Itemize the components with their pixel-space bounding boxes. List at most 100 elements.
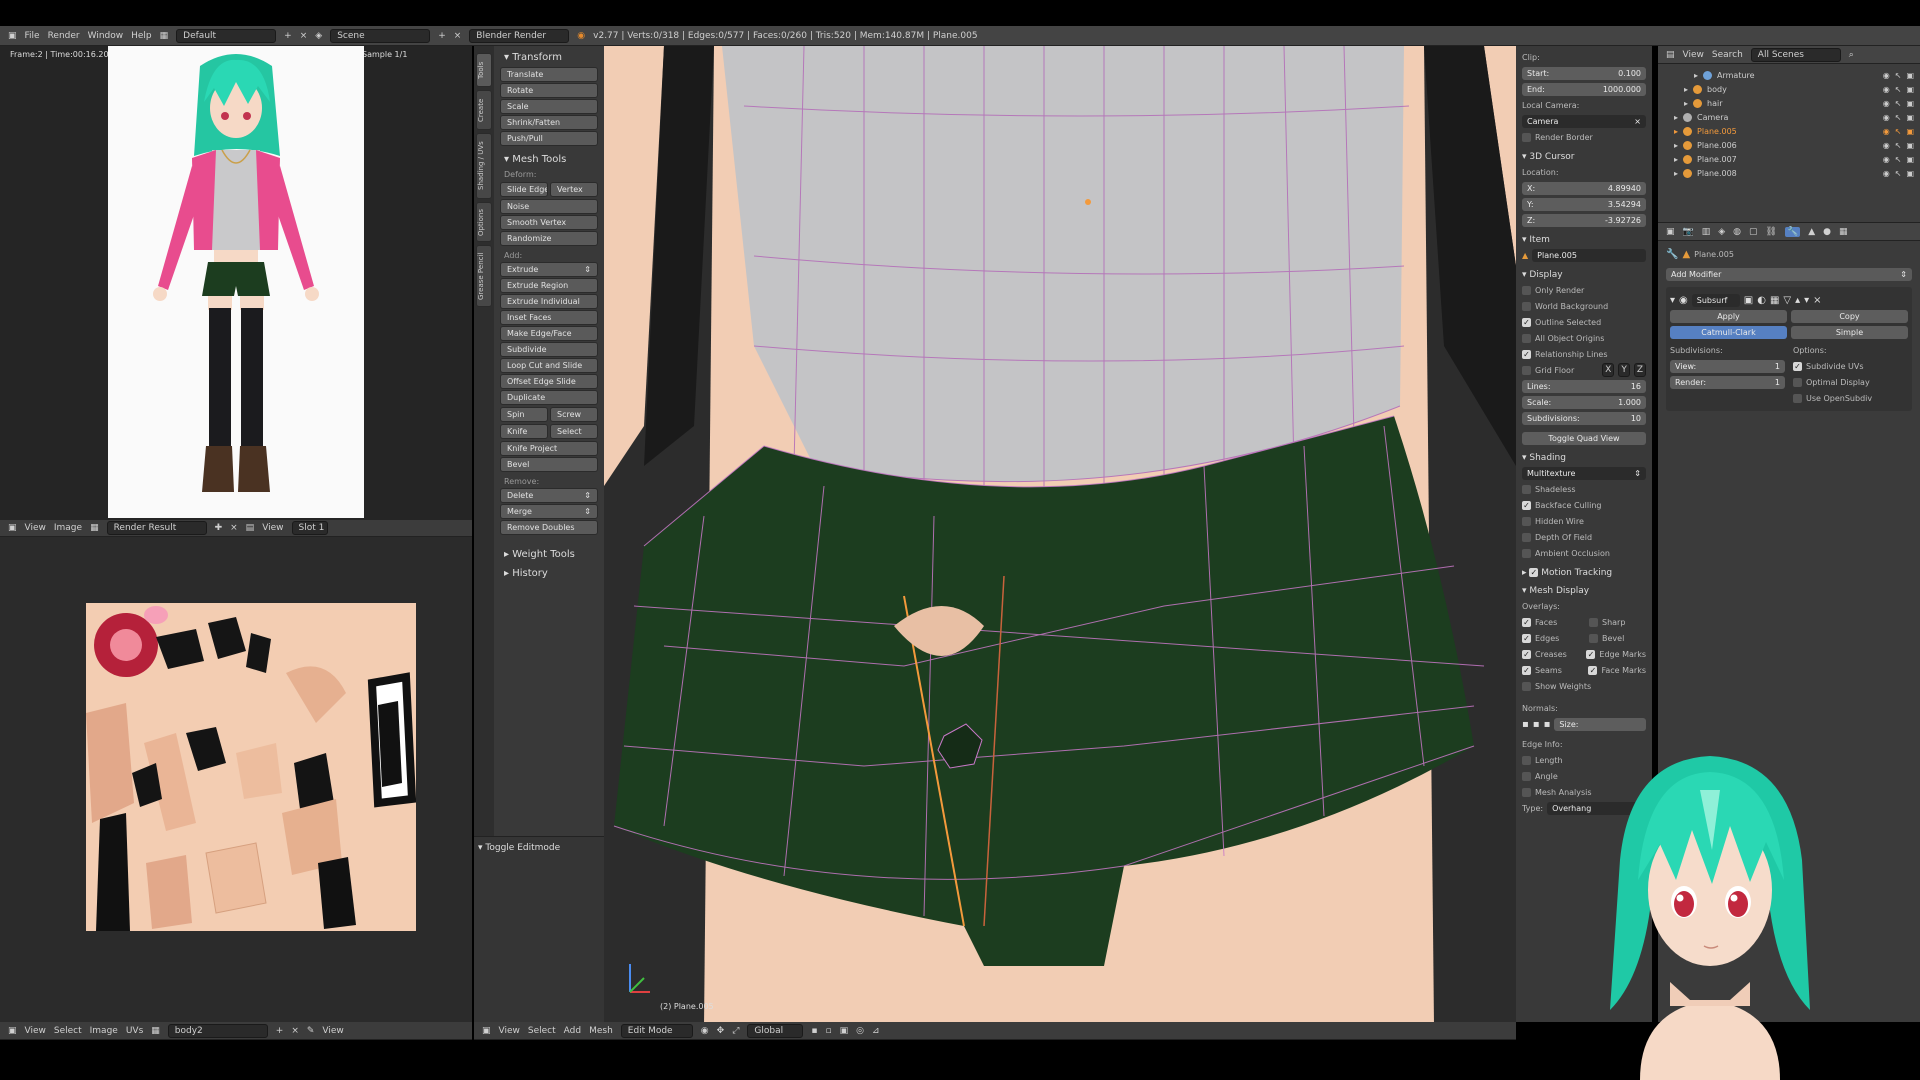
image-editor-icon[interactable]: ▣ — [8, 523, 17, 533]
normal-size-field[interactable]: Size: — [1554, 717, 1646, 731]
grid-floor-row[interactable]: Grid Floor X Y Z — [1522, 363, 1646, 377]
manipulator-icon[interactable]: ⤢ — [732, 1026, 739, 1036]
subdivide-button[interactable]: Subdivide — [500, 342, 598, 357]
visibility-eye-icon[interactable]: ◉ — [1883, 127, 1890, 136]
render-menu-view2[interactable]: View — [262, 523, 283, 533]
outliner-row[interactable]: ▸ Camera ◉ ↖ ▣ — [1664, 110, 1914, 124]
collapse-modifier-icon[interactable]: ▾ — [1670, 295, 1675, 306]
grid-scale-field[interactable]: Scale: 1.000 — [1522, 395, 1646, 409]
faces-checkbox[interactable]: ✓ — [1522, 617, 1531, 627]
modifier-name-field[interactable]: Subsurf — [1691, 293, 1740, 307]
grid-z-toggle[interactable]: Z — [1633, 363, 1646, 377]
visibility-eye-icon[interactable]: ◉ — [1883, 141, 1890, 150]
visibility-eye-icon[interactable]: ◉ — [1883, 99, 1890, 108]
shading-mode-selector[interactable]: Multitexture ⇕ — [1522, 466, 1646, 480]
expand-icon[interactable]: ▸ — [1674, 141, 1678, 150]
uv-editor-type-icon[interactable]: ▣ — [8, 1026, 17, 1036]
clip-end-field[interactable]: End: 1000.000 — [1522, 82, 1646, 96]
extrude-region-button[interactable]: Extrude Region — [500, 278, 598, 293]
renderability-camera-icon[interactable]: ▣ — [1906, 71, 1914, 80]
expand-icon[interactable]: ▸ — [1674, 155, 1678, 164]
merge-button[interactable]: Merge ⇕ — [500, 504, 598, 519]
rotate-button[interactable]: Rotate — [500, 83, 598, 98]
scene-selector[interactable]: Scene — [330, 28, 431, 43]
render-result-name[interactable]: Render Result — [106, 521, 207, 535]
visibility-eye-icon[interactable]: ◉ — [1883, 169, 1890, 178]
uv-menu-uvs[interactable]: UVs — [126, 1026, 143, 1036]
use-opensubdiv-row[interactable]: Use OpenSubdiv — [1793, 391, 1908, 405]
visibility-eye-icon[interactable]: ◉ — [1883, 85, 1890, 94]
show-weights-checkbox[interactable] — [1522, 681, 1531, 691]
edge-angle-checkbox[interactable] — [1522, 771, 1531, 781]
hidden-wire-checkbox[interactable] — [1522, 516, 1531, 526]
toggle-quad-view-button[interactable]: Toggle Quad View — [1522, 431, 1646, 445]
vertex-select-icon[interactable]: ▪ — [811, 1026, 817, 1036]
renderability-camera-icon[interactable]: ▣ — [1906, 127, 1914, 136]
outliner-editor-type-icon[interactable]: ▤ — [1666, 50, 1675, 60]
render-menu-view[interactable]: View — [25, 523, 46, 533]
grid-x-toggle[interactable]: X — [1602, 363, 1615, 377]
outliner-row[interactable]: ▸ Plane.007 ◉ ↖ ▣ — [1664, 152, 1914, 166]
slot-selector[interactable]: Slot 1 — [291, 521, 328, 535]
pivot-icon[interactable]: ✥ — [717, 1026, 725, 1036]
viewport-menu-add[interactable]: Add — [564, 1026, 581, 1036]
optimal-display-row[interactable]: Optimal Display — [1793, 375, 1908, 389]
relationship-lines-checkbox[interactable]: ✓ — [1522, 349, 1531, 359]
noise-button[interactable]: Noise — [500, 199, 598, 214]
pin-image-icon[interactable]: ✚ — [215, 523, 223, 533]
depth-of-field-checkbox[interactable] — [1522, 532, 1531, 542]
renderability-camera-icon[interactable]: ▣ — [1906, 169, 1914, 178]
viewport-menu-view[interactable]: View — [499, 1026, 520, 1036]
edge-marks-checkbox[interactable]: ✓ — [1586, 649, 1596, 659]
selectability-arrow-icon[interactable]: ↖ — [1895, 127, 1902, 136]
edge-length-checkbox[interactable] — [1522, 755, 1531, 765]
apply-button[interactable]: Apply — [1670, 309, 1787, 323]
item-name-field[interactable]: Plane.005 — [1532, 248, 1646, 262]
outliner-row[interactable]: ▸ Plane.005 ◉ ↖ ▣ — [1664, 124, 1914, 138]
modifiers-tab-icon[interactable]: 🔧 — [1784, 226, 1801, 237]
bevel-checkbox[interactable] — [1589, 633, 1598, 643]
scene-tab-icon[interactable]: ◈ — [1718, 227, 1725, 237]
object-tab-icon[interactable]: ▢ — [1749, 227, 1758, 237]
expand-icon[interactable]: ▸ — [1674, 113, 1678, 122]
tab-shading-uvs[interactable]: Shading / UVs — [476, 133, 492, 199]
shading-mode-icon[interactable]: ◉ — [701, 1026, 709, 1036]
renderability-camera-icon[interactable]: ▣ — [1906, 85, 1914, 94]
viewport-editor-type-icon[interactable]: ▣ — [482, 1026, 491, 1036]
clear-camera-icon[interactable]: × — [1634, 115, 1641, 128]
face-select-icon[interactable]: ▣ — [840, 1026, 849, 1036]
outline-selected-row[interactable]: ✓ Outline Selected — [1522, 315, 1646, 329]
seams-checkbox[interactable]: ✓ — [1522, 665, 1531, 675]
subdivide-uvs-row[interactable]: ✓ Subdivide UVs — [1793, 359, 1908, 373]
history-panel-title[interactable]: ▸ History — [504, 568, 598, 579]
render-menu-image[interactable]: Image — [54, 523, 82, 533]
outliner-row[interactable]: ▸ body ◉ ↖ ▣ — [1664, 82, 1914, 96]
menu-render[interactable]: Render — [48, 31, 80, 41]
sharp-checkbox[interactable] — [1589, 617, 1598, 627]
mesh-display-panel-title[interactable]: ▾ Mesh Display — [1522, 586, 1646, 596]
toggle-editmode-panel-title[interactable]: ▾ Toggle Editmode — [478, 843, 604, 853]
texture-tab-icon[interactable]: ▦ — [1839, 227, 1848, 237]
shadeless-checkbox[interactable] — [1522, 484, 1531, 494]
selectability-arrow-icon[interactable]: ↖ — [1895, 155, 1902, 164]
viewport-menu-select[interactable]: Select — [528, 1026, 556, 1036]
mesh-tools-panel-title[interactable]: ▾ Mesh Tools — [504, 154, 598, 165]
ambient-occlusion-checkbox[interactable] — [1522, 548, 1531, 558]
outliner-row[interactable]: ▸ Plane.006 ◉ ↖ ▣ — [1664, 138, 1914, 152]
render-border-checkbox[interactable] — [1522, 132, 1531, 142]
weight-tools-panel-title[interactable]: ▸ Weight Tools — [504, 549, 598, 560]
local-camera-field[interactable]: Camera × — [1522, 114, 1646, 128]
display-panel-title[interactable]: ▾ Display — [1522, 270, 1646, 280]
copy-button[interactable]: Copy — [1791, 309, 1908, 323]
bevel-button[interactable]: Bevel — [500, 457, 598, 472]
outliner-filter-selector[interactable]: All Scenes — [1750, 47, 1841, 62]
make-edge-face-button[interactable]: Make Edge/Face — [500, 326, 598, 341]
edge-select-icon[interactable]: ▫ — [826, 1026, 832, 1036]
properties-editor-type-icon[interactable]: ▣ — [1666, 227, 1675, 237]
render-tab-icon[interactable]: 📷 — [1683, 227, 1694, 237]
tab-create[interactable]: Create — [476, 90, 492, 130]
add-layout-icon[interactable]: + — [284, 31, 292, 41]
world-tab-icon[interactable]: ◍ — [1733, 227, 1741, 237]
grid-y-toggle[interactable]: Y — [1618, 363, 1630, 377]
translate-button[interactable]: Translate — [500, 67, 598, 82]
